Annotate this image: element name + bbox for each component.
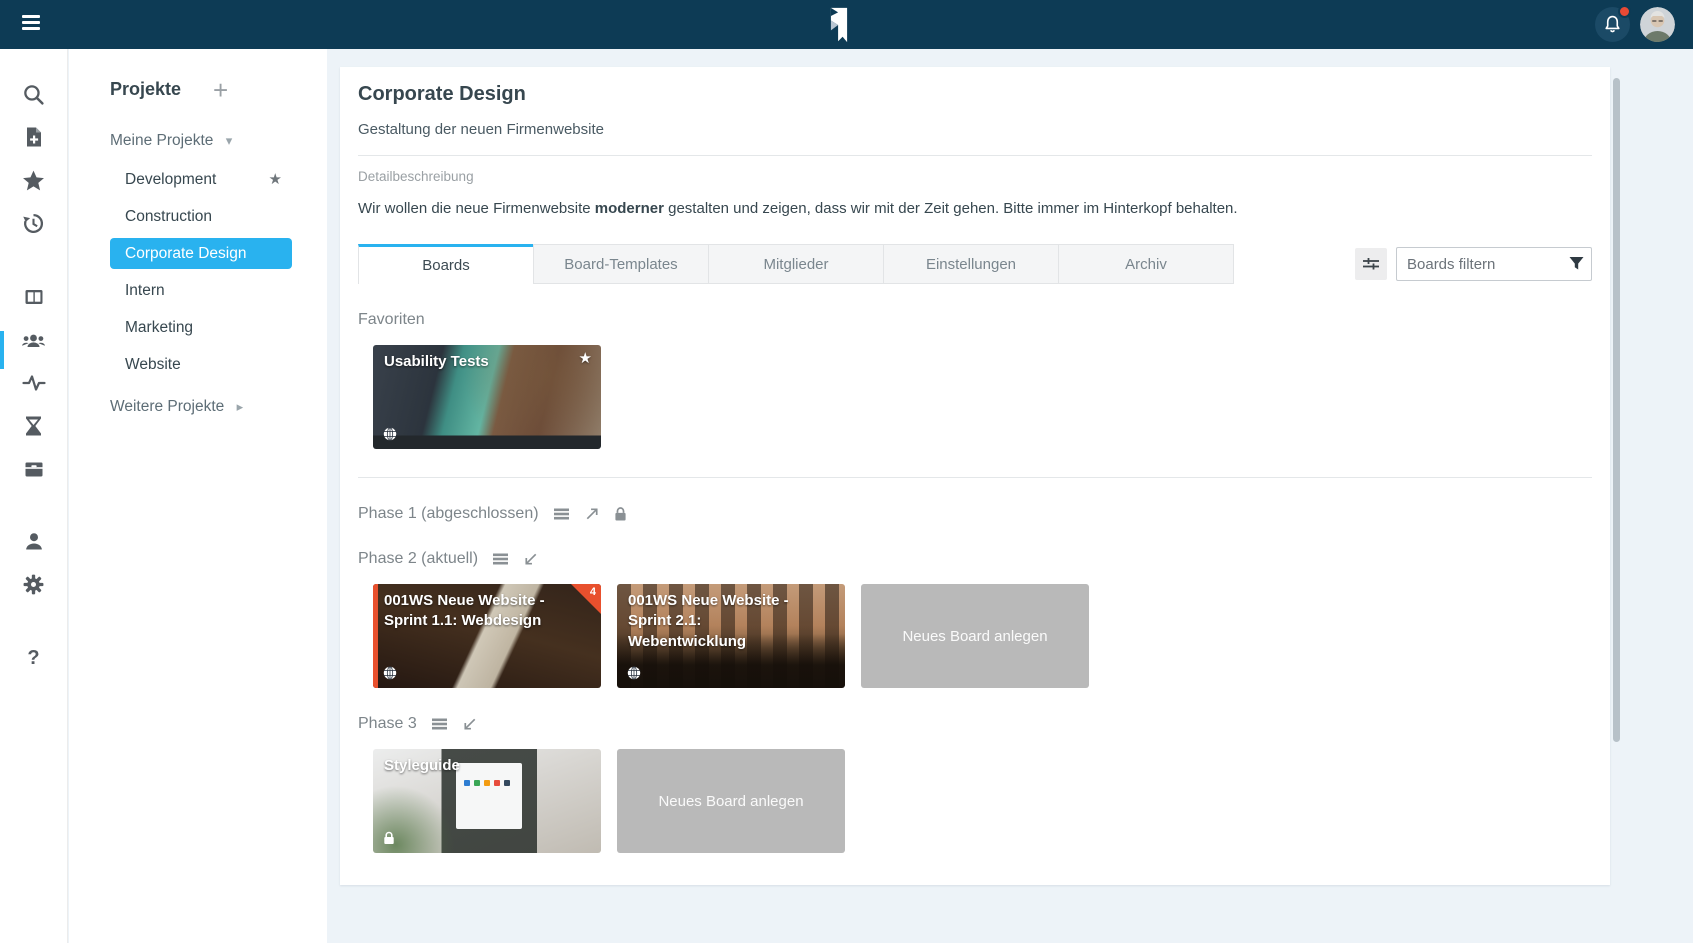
project-description: Wir wollen die neue Firmenwebsite modern… xyxy=(358,198,1592,219)
sidebar-item-marketing[interactable]: Marketing xyxy=(110,312,292,343)
card-color-stripe xyxy=(373,584,378,688)
filter-settings-button[interactable] xyxy=(1355,248,1387,280)
sidebar-item-intern[interactable]: Intern xyxy=(110,275,292,306)
new-board-tile[interactable]: Neues Board anlegen xyxy=(861,584,1089,688)
group-meine-projekte[interactable]: Meine Projekte ▾ xyxy=(110,132,327,150)
tab-mitglieder[interactable]: Mitglieder xyxy=(708,244,884,284)
divider xyxy=(358,477,1592,478)
content-area: Corporate Design Gestaltung der neuen Fi… xyxy=(327,49,1693,943)
section-menu-icon[interactable] xyxy=(492,552,509,566)
board-card-usability-tests[interactable]: Usability Tests ★ xyxy=(373,345,601,449)
sliders-icon xyxy=(1362,256,1380,272)
divider xyxy=(358,155,1592,156)
globe-icon xyxy=(627,666,641,680)
lock-icon[interactable] xyxy=(614,506,627,522)
globe-icon xyxy=(383,427,397,441)
card-badge-corner xyxy=(571,584,601,614)
caret-down-icon: ▾ xyxy=(226,133,233,148)
archive-icon[interactable] xyxy=(21,456,47,482)
new-board-tile[interactable]: Neues Board anlegen xyxy=(617,749,845,853)
icon-rail: ? xyxy=(0,49,68,943)
sidebar-item-development[interactable]: Development ★ xyxy=(110,164,292,195)
section-phase3-header: Phase 3 xyxy=(358,715,1592,733)
section-phase2-header: Phase 2 (aktuell) xyxy=(358,550,1592,568)
page-subtitle: Gestaltung der neuen Firmenwebsite xyxy=(358,121,1592,138)
sidebar-item-corporate-design[interactable]: Corporate Design xyxy=(110,238,292,269)
tab-archiv[interactable]: Archiv xyxy=(1058,244,1234,284)
group-weitere-projekte[interactable]: Weitere Projekte ▸ xyxy=(110,398,327,416)
section-favoriten-header: Favoriten xyxy=(358,311,1592,329)
active-rail-indicator xyxy=(0,331,4,369)
board-card-sprint-2-1[interactable]: 001WS Neue Website - Sprint 2.1: Webentw… xyxy=(617,584,845,688)
lock-icon xyxy=(383,831,395,845)
globe-icon xyxy=(383,666,397,680)
boards-icon[interactable] xyxy=(21,284,47,310)
new-document-icon[interactable] xyxy=(21,124,47,150)
tab-board-templates[interactable]: Board-Templates xyxy=(533,244,709,284)
time-tracking-icon[interactable] xyxy=(21,413,47,439)
menu-icon[interactable] xyxy=(22,14,42,34)
expand-icon[interactable] xyxy=(584,506,600,522)
tab-boards[interactable]: Boards xyxy=(358,244,534,284)
search-icon[interactable] xyxy=(21,81,47,107)
collapse-icon[interactable] xyxy=(462,716,478,732)
sidebar-title: Projekte xyxy=(110,79,181,100)
project-panel: Corporate Design Gestaltung der neuen Fi… xyxy=(340,67,1610,885)
favorites-star-icon[interactable] xyxy=(21,167,47,193)
section-phase1-header: Phase 1 (abgeschlossen) xyxy=(358,505,1592,523)
board-card-styleguide[interactable]: Styleguide xyxy=(373,749,601,853)
app-logo-icon xyxy=(824,7,854,43)
section-menu-icon[interactable] xyxy=(431,717,448,731)
card-badge-count: 4 xyxy=(590,586,596,598)
section-menu-icon[interactable] xyxy=(553,507,570,521)
sidebar-item-website[interactable]: Website xyxy=(110,349,292,380)
caret-right-icon: ▸ xyxy=(237,399,244,414)
notifications-button[interactable] xyxy=(1595,7,1630,42)
filter-funnel-icon[interactable] xyxy=(1569,256,1584,271)
add-project-button[interactable]: + xyxy=(213,80,228,100)
history-icon[interactable] xyxy=(21,210,47,236)
help-icon[interactable]: ? xyxy=(21,645,47,671)
boards-filter xyxy=(1396,247,1592,281)
topbar xyxy=(0,0,1693,49)
settings-gear-icon[interactable] xyxy=(21,571,47,597)
board-tabs: Boards Board-Templates Mitglieder Einste… xyxy=(358,244,1592,284)
members-icon[interactable] xyxy=(21,327,47,353)
boards-filter-input[interactable] xyxy=(1396,247,1592,281)
sidebar-item-construction[interactable]: Construction xyxy=(110,201,292,232)
activity-icon[interactable] xyxy=(21,370,47,396)
project-star-icon: ★ xyxy=(269,164,282,195)
notification-badge xyxy=(1618,5,1631,18)
vertical-scrollbar[interactable] xyxy=(1613,78,1620,742)
page-title: Corporate Design xyxy=(358,83,1592,106)
profile-icon[interactable] xyxy=(21,528,47,554)
collapse-icon[interactable] xyxy=(523,551,539,567)
detail-label: Detailbeschreibung xyxy=(358,169,1592,184)
project-sidebar: Projekte + Meine Projekte ▾ Development … xyxy=(69,49,327,943)
user-avatar[interactable] xyxy=(1640,7,1675,42)
board-card-sprint-1-1[interactable]: 4 001WS Neue Website - Sprint 1.1: Webde… xyxy=(373,584,601,688)
board-star-icon[interactable]: ★ xyxy=(579,349,592,367)
tab-einstellungen[interactable]: Einstellungen xyxy=(883,244,1059,284)
